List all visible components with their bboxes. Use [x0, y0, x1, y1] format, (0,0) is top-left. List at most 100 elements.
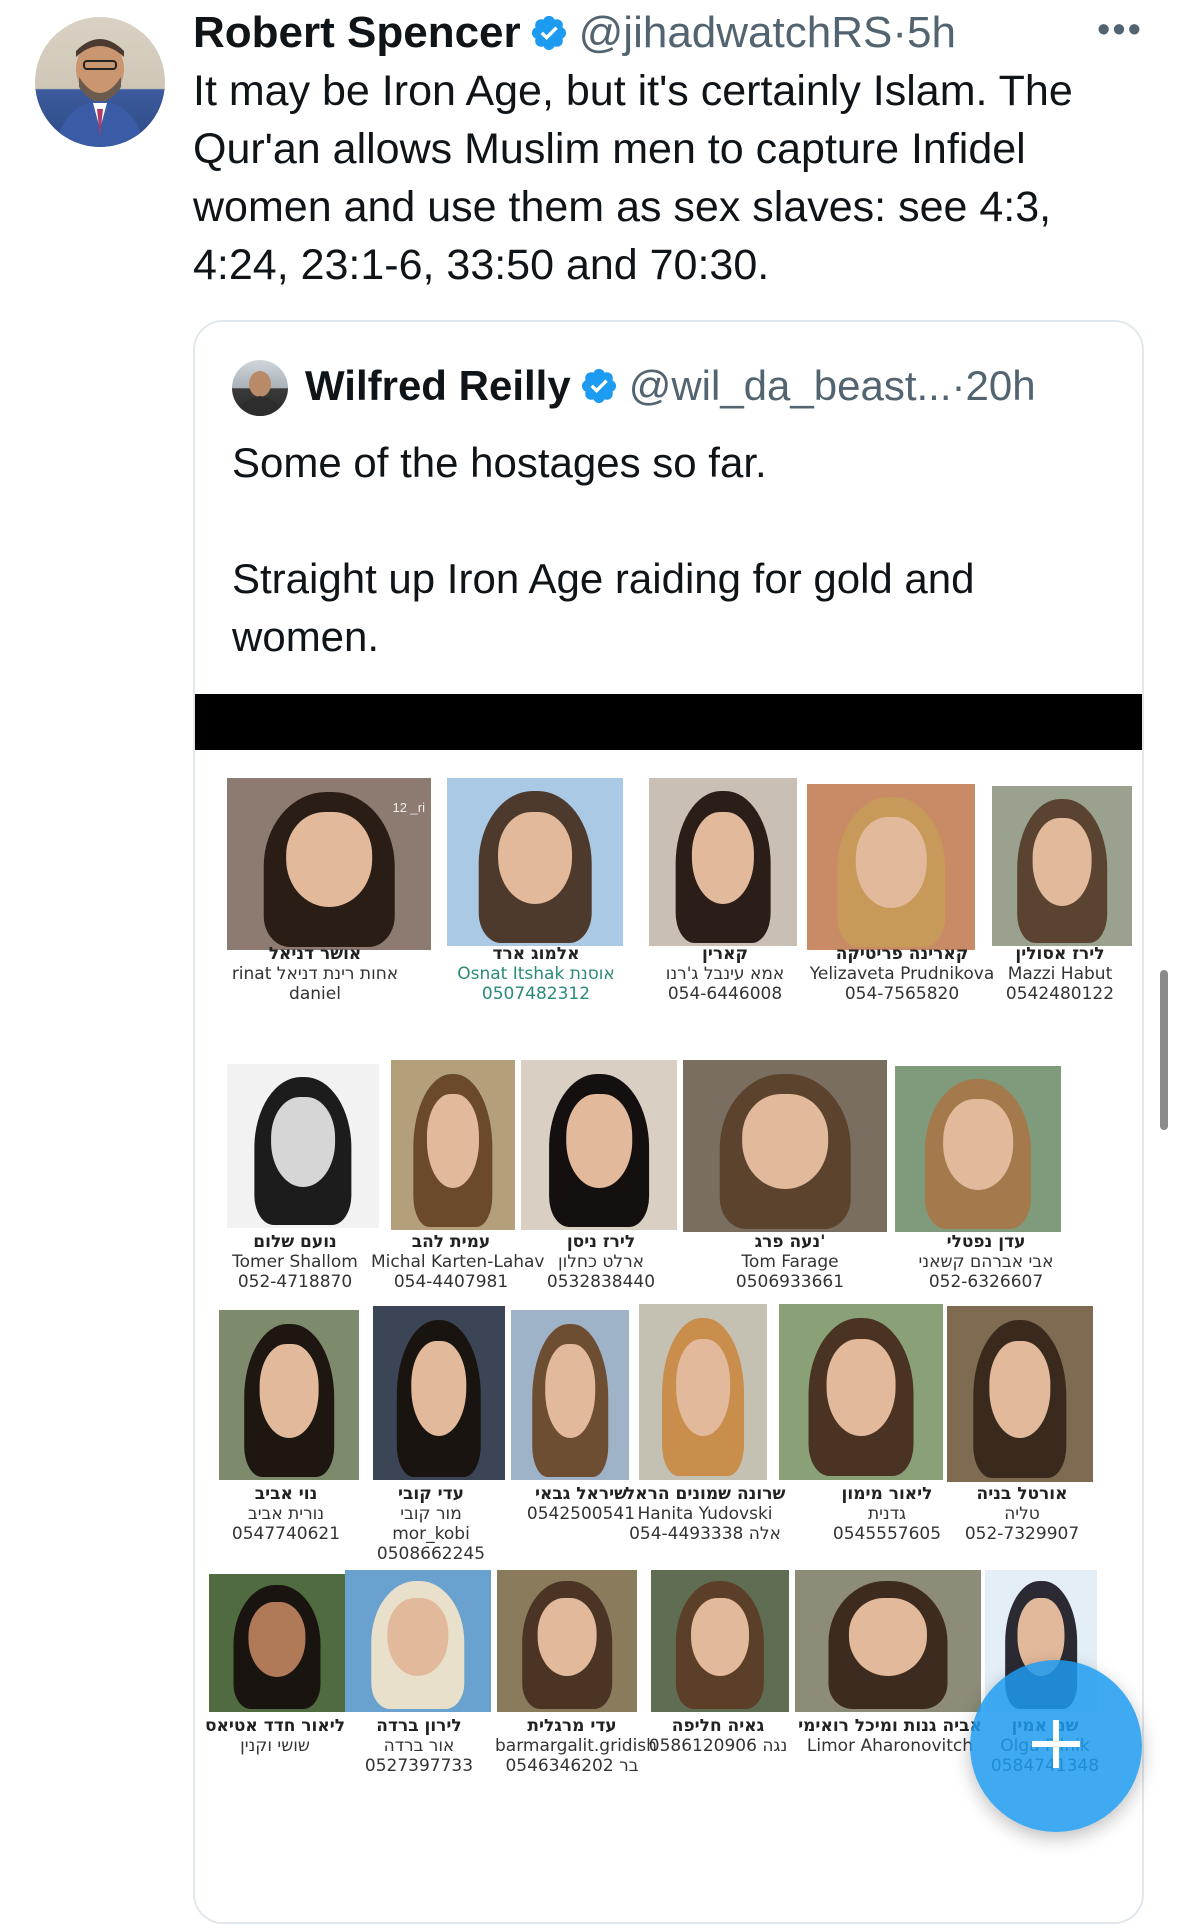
hostage-caption: עמית להב Michal Karten-Lahav 054-4407981 — [371, 1232, 545, 1292]
verified-badge-icon[interactable] — [579, 366, 619, 406]
hostage-photo — [795, 1570, 981, 1712]
caption-detail: 052-7329907 — [964, 1524, 1080, 1544]
caption-name: שרונה שמונים הראל — [625, 1484, 786, 1504]
caption-name: נעה פרג' — [754, 1232, 826, 1252]
hostage-caption: אורטל בניה טליה 052-7329907 — [947, 1484, 1097, 1544]
hostage-caption: אלמוג ארד Osnat Itshak אוסנת 0507482312 — [431, 944, 641, 1004]
caption-name: גאיה חליפה — [671, 1716, 765, 1736]
hostage-caption: שרונה שמונים הראל Hanita Yudovski אלה 054-… — [625, 1484, 785, 1544]
caption-detail: Tomer Shallom — [232, 1252, 358, 1272]
hostage-caption: ליאור חדד אטיאס שושי וקנין — [195, 1716, 355, 1756]
verified-badge-icon[interactable] — [529, 13, 569, 53]
caption-name: אביה גנות ומיכל רואימי — [798, 1716, 982, 1736]
quoted-tweet-header: Wilfred Reilly @wil_da_beast... · 20h — [305, 356, 1036, 416]
hostage-caption: לירז אסולין Mazzi Habut 0542480122 — [985, 944, 1135, 1004]
hostage-photo — [947, 1306, 1093, 1482]
caption-detail: ארלט כחלון — [557, 1252, 645, 1272]
caption-name: עדי קובי — [398, 1484, 464, 1504]
hostage-photo — [683, 1060, 887, 1232]
plus-icon — [1026, 1714, 1086, 1779]
tweet-text: It may be Iron Age, but it's certainly I… — [193, 67, 1085, 289]
caption-detail: 0542480122 — [1005, 984, 1115, 1004]
caption-detail: 0527397733 — [364, 1756, 474, 1776]
scrollbar[interactable] — [1160, 970, 1168, 1130]
author-handle[interactable]: @jihadwatchRS — [579, 8, 893, 58]
tweet-header: Robert Spencer @jihadwatchRS · 5h — [193, 4, 1143, 62]
caption-detail: 0507482312 — [481, 984, 591, 1004]
caption-name: לירון ברדה — [376, 1716, 462, 1736]
dot-separator: · — [892, 8, 907, 57]
quoted-author-avatar[interactable] — [232, 360, 288, 416]
hostage-photo — [651, 1570, 789, 1712]
caption-detail: daniel — [289, 984, 341, 1004]
hostage-caption: נעה פרג' Tom Farage 0506933661 — [683, 1232, 897, 1292]
caption-detail: 0547740621 — [231, 1524, 341, 1544]
caption-detail: Yelizaveta Prudnikova — [809, 964, 995, 984]
dot-separator: · — [951, 362, 966, 409]
hostage-photo — [521, 1060, 677, 1230]
hostage-caption: גאיה חליפה 0586120906 נגה — [645, 1716, 791, 1756]
caption-detail: 054-6446008 — [667, 984, 783, 1004]
tweet-time[interactable]: 5h — [907, 8, 956, 58]
hostage-caption: עדי מרגלית barmargalit.gridish 0546346202 … — [495, 1716, 657, 1776]
caption-detail: Tom Farage — [741, 1252, 839, 1272]
caption-detail: 0506933661 — [735, 1272, 845, 1292]
caption-detail: מור קובי — [400, 1504, 462, 1524]
caption-detail: אלה 054-4493338 — [629, 1524, 781, 1544]
caption-detail: אמא עינבל ג'רנו — [665, 964, 785, 984]
caption-name: ליאור חדד אטיאס — [204, 1716, 346, 1736]
caption-detail: Limor Aharonovitch — [806, 1736, 974, 1756]
quoted-author-handle[interactable]: @wil_da_beast... — [629, 362, 952, 410]
quoted-author-name[interactable]: Wilfred Reilly — [305, 362, 571, 410]
caption-detail: Osnat Itshak אוסנת — [457, 964, 615, 984]
caption-detail: rinat אחות רינת דניאל — [231, 964, 399, 984]
caption-name: לירז אסולין — [1015, 944, 1105, 964]
caption-detail: 054-4407981 — [393, 1272, 509, 1292]
caption-detail: 0546346202 בר — [505, 1756, 639, 1776]
caption-name: אלמוג ארד — [492, 944, 580, 964]
hostage-photo — [649, 778, 797, 946]
caption-name: לירז ניסן — [566, 1232, 636, 1252]
caption-detail: 0532838440 — [546, 1272, 656, 1292]
caption-detail: טליה — [1004, 1504, 1040, 1524]
more-dots-icon[interactable]: ••• — [1090, 10, 1150, 50]
hostage-photo — [227, 1064, 379, 1228]
compose-button[interactable] — [970, 1660, 1142, 1832]
caption-detail: Michal Karten-Lahav — [371, 1252, 545, 1272]
hostage-photo — [511, 1310, 629, 1480]
hostage-photo — [345, 1570, 491, 1712]
author-name[interactable]: Robert Spencer — [193, 8, 521, 58]
photo-watermark: 12 _ri — [392, 800, 425, 815]
redaction-bar — [195, 694, 1142, 750]
caption-name: עדן נפטלי — [946, 1232, 1026, 1252]
caption-detail: barmargalit.gridish — [495, 1736, 657, 1756]
hostage-caption: נועם שלום Tomer Shallom 052-4718870 — [211, 1232, 379, 1292]
hostage-caption: קארין אמא עינבל ג'רנו 054-6446008 — [645, 944, 805, 1004]
hostage-caption: עדן נפטלי אבי אברהם קשאני 052-6326607 — [901, 1232, 1071, 1292]
caption-name: נוי אביב — [254, 1484, 318, 1504]
hostage-caption: לירז ניסן ארלט כחלון 0532838440 — [523, 1232, 679, 1292]
caption-name: אורטל בניה — [976, 1484, 1068, 1504]
author-avatar[interactable] — [35, 17, 165, 147]
hostage-photo — [497, 1570, 637, 1712]
quoted-tweet-time[interactable]: 20h — [966, 362, 1036, 410]
caption-detail: אבי אברהם קשאני — [918, 1252, 1054, 1272]
hostage-photo — [895, 1066, 1061, 1232]
hostage-photo — [391, 1060, 515, 1230]
caption-detail: 0508662245 — [376, 1544, 486, 1564]
hostage-photo — [807, 784, 975, 950]
hostage-photo — [992, 786, 1132, 946]
caption-name: אושר דניאל — [268, 944, 362, 964]
hostage-photo: 12 _ri — [227, 778, 431, 950]
caption-detail: שושי וקנין — [240, 1736, 310, 1756]
hostage-caption: נוי אביב נורית אביב 0547740621 — [211, 1484, 361, 1544]
caption-detail: Hanita Yudovski — [637, 1504, 773, 1524]
caption-detail: נורית אביב — [247, 1504, 325, 1524]
hostage-photo — [209, 1574, 345, 1712]
caption-name: עמית להב — [411, 1232, 491, 1252]
caption-detail: 052-4718870 — [237, 1272, 353, 1292]
hostage-photo — [779, 1304, 943, 1480]
caption-name: קארינה פריטיקה — [835, 944, 969, 964]
caption-name: קארין — [702, 944, 748, 964]
caption-name: נועם שלום — [253, 1232, 337, 1252]
